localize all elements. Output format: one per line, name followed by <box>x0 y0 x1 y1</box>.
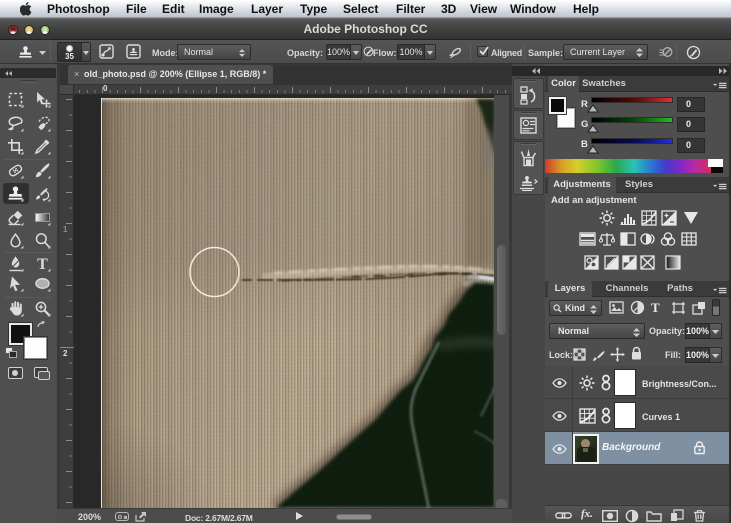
svg-text:T: T <box>37 256 48 272</box>
